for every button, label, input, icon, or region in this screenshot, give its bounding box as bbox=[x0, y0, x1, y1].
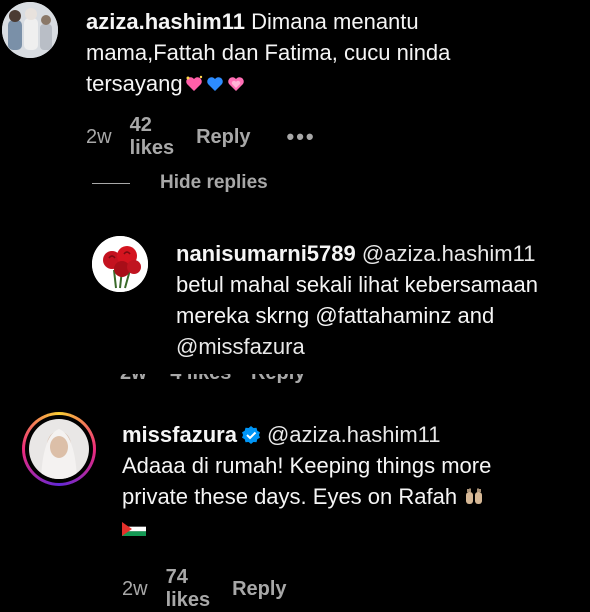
reply-button[interactable]: Reply bbox=[196, 126, 250, 149]
timestamp: 2w bbox=[120, 374, 147, 384]
likes-count[interactable]: 74 likes bbox=[166, 566, 210, 612]
timestamp: 2w bbox=[86, 125, 112, 148]
likes-count[interactable]: 4 likes bbox=[170, 374, 231, 384]
comment-text: missfazura @aziza.hashim11 bbox=[122, 419, 584, 450]
mention-link[interactable]: @aziza.hashim11 bbox=[362, 241, 536, 266]
comment-text: aziza.hashim11 Dimana menantu bbox=[86, 9, 419, 34]
username[interactable]: missfazura bbox=[122, 422, 237, 447]
username[interactable]: aziza.hashim11 bbox=[86, 9, 245, 34]
timestamp: 2w bbox=[122, 577, 148, 600]
pink-heart-icon bbox=[227, 77, 244, 91]
palestine-flag-icon bbox=[122, 522, 146, 536]
avatar[interactable] bbox=[22, 412, 96, 486]
hide-replies-button[interactable]: Hide replies bbox=[92, 172, 268, 194]
sparkling-heart-icon bbox=[185, 75, 202, 91]
verified-badge-icon bbox=[241, 426, 260, 444]
reply-button[interactable]: Reply bbox=[232, 578, 286, 601]
blue-heart-icon bbox=[206, 77, 223, 91]
divider bbox=[92, 182, 130, 184]
likes-count[interactable]: 42 likes bbox=[130, 114, 174, 160]
palms-up-icon bbox=[466, 488, 483, 504]
avatar[interactable] bbox=[2, 2, 58, 58]
mention-link[interactable]: @aziza.hashim11 bbox=[267, 422, 441, 447]
reply-text: nanisumarni5789 @aziza.hashim11 bbox=[176, 238, 586, 269]
avatar[interactable] bbox=[92, 236, 148, 292]
username[interactable]: nanisumarni5789 bbox=[176, 241, 356, 266]
more-options-icon[interactable]: ••• bbox=[287, 124, 316, 150]
reply-meta-clipped: 2w 4 likes Reply bbox=[120, 374, 370, 384]
reply-button[interactable]: Reply bbox=[251, 374, 305, 384]
mention-link[interactable]: @missfazura bbox=[176, 331, 586, 362]
